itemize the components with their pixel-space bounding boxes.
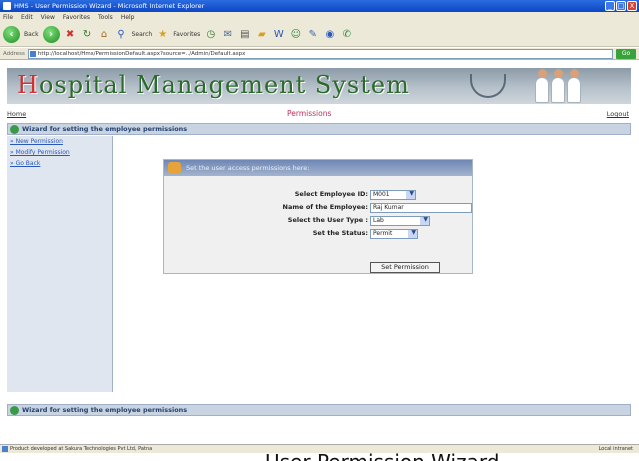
word-icon[interactable]: W — [272, 28, 285, 41]
search-label[interactable]: Search — [132, 31, 153, 38]
media-icon[interactable]: ◉ — [323, 28, 336, 41]
menu-favorites[interactable]: Favorites — [63, 12, 90, 23]
page-icon — [29, 50, 36, 57]
minimize-button[interactable]: _ — [605, 1, 615, 11]
sidebar-item-new-permission[interactable]: » New Permission — [7, 136, 112, 147]
stop-icon[interactable]: ✖ — [64, 28, 77, 41]
page-nav: Home Permissions Logout — [7, 107, 631, 121]
chevron-down-icon[interactable]: ▼ — [409, 190, 414, 198]
wizard-title-bar: Wizard for setting the employee permissi… — [7, 123, 631, 135]
wizard-footer-icon — [10, 406, 19, 415]
address-url[interactable]: http://localhost/Hms/PermissionDefault.a… — [38, 51, 245, 57]
set-permission-button[interactable]: Set Permission — [370, 262, 440, 273]
favorites-label[interactable]: Favorites — [173, 31, 200, 38]
form-heading-text: Set the user access permissions here: — [186, 164, 310, 172]
permission-form: Set the user access permissions here: Se… — [163, 159, 473, 274]
research-icon[interactable]: ✎ — [306, 28, 319, 41]
back-arrow-icon[interactable]: ‹ — [3, 26, 20, 43]
menu-bar: File Edit View Favorites Tools Help — [0, 12, 639, 23]
figure-caption: User Permission Wizard — [0, 452, 639, 461]
employee-id-label: Select Employee ID: — [294, 190, 368, 198]
menu-file[interactable]: File — [3, 12, 13, 23]
go-button[interactable]: Go — [616, 48, 636, 59]
employee-name-label: Name of the Employee: — [282, 203, 368, 211]
window-title-bar: HMS - User Permission Wizard - Microsoft… — [0, 0, 639, 12]
favorites-star-icon[interactable]: ★ — [156, 28, 169, 41]
logo-text: ospital Management System — [38, 71, 410, 99]
print-icon[interactable]: ▤ — [238, 28, 251, 41]
employee-id-value[interactable]: M001 — [373, 191, 390, 198]
site-banner: Hospital Management System — [7, 68, 631, 104]
caption-text: User Permission Wizard — [265, 452, 499, 461]
back-label[interactable]: Back — [24, 31, 39, 38]
window-title: HMS - User Permission Wizard - Microsoft… — [14, 2, 205, 10]
maximize-button[interactable]: □ — [616, 1, 626, 11]
address-bar: Address http://localhost/Hms/PermissionD… — [0, 48, 639, 60]
wizard-footer-title: Wizard for setting the employee permissi… — [22, 406, 188, 414]
user-type-value[interactable]: Lab — [373, 217, 384, 224]
close-button[interactable]: X — [627, 1, 637, 11]
address-input[interactable]: http://localhost/Hms/PermissionDefault.a… — [27, 48, 613, 59]
mail-icon[interactable]: ✉ — [221, 28, 234, 41]
history-icon[interactable]: ◷ — [204, 28, 217, 41]
menu-help[interactable]: Help — [121, 12, 135, 23]
form-heading: Set the user access permissions here: — [164, 160, 472, 176]
chat-icon[interactable]: ✆ — [340, 28, 353, 41]
address-label: Address — [3, 50, 25, 57]
wizard-footer-bar: Wizard for setting the employee permissi… — [7, 404, 631, 416]
user-type-select[interactable]: Lab ▼ — [370, 216, 430, 226]
logo-cross-letter: H — [17, 71, 39, 99]
menu-view[interactable]: View — [41, 12, 55, 23]
messenger-icon[interactable]: ☺ — [289, 28, 302, 41]
page-title: Permissions — [287, 109, 332, 118]
menu-tools[interactable]: Tools — [98, 12, 113, 23]
status-select[interactable]: Permit ▼ — [370, 229, 418, 239]
employee-id-select[interactable]: M001 ▼ — [370, 190, 416, 200]
wizard-title: Wizard for setting the employee permissi… — [22, 125, 188, 133]
forward-arrow-icon[interactable]: › — [42, 26, 60, 43]
site-logo: Hospital Management System — [17, 71, 410, 99]
ie-icon — [3, 2, 11, 10]
employee-name-field[interactable]: Raj Kumar — [370, 203, 472, 213]
employee-name-value[interactable]: Raj Kumar — [373, 204, 404, 211]
stethoscope-icon — [470, 74, 506, 98]
folder-icon[interactable]: ▰ — [255, 28, 268, 41]
chevron-down-icon[interactable]: ▼ — [411, 229, 416, 237]
status-value[interactable]: Permit — [373, 230, 392, 237]
refresh-icon[interactable]: ↻ — [81, 28, 94, 41]
chevron-down-icon[interactable]: ▼ — [423, 216, 428, 224]
home-icon[interactable]: ⌂ — [98, 28, 111, 41]
menu-edit[interactable]: Edit — [21, 12, 33, 23]
sidebar-item-go-back[interactable]: » Go Back — [7, 158, 112, 169]
user-key-icon — [168, 162, 181, 174]
search-icon[interactable]: ⚲ — [115, 28, 128, 41]
browser-toolbar: ‹ Back › ✖ ↻ ⌂ ⚲ Search ★ Favorites ◷ ✉ … — [0, 23, 639, 47]
status-label: Set the Status: — [312, 229, 368, 237]
wizard-icon — [10, 125, 19, 134]
doctors-image — [531, 69, 585, 103]
logout-link[interactable]: Logout — [607, 107, 629, 121]
sidebar-item-modify-permission[interactable]: » Modify Permission — [7, 147, 112, 158]
home-link[interactable]: Home — [7, 107, 26, 121]
user-type-label: Select the User Type : — [287, 216, 368, 224]
sidebar: » New Permission » Modify Permission » G… — [7, 136, 113, 392]
